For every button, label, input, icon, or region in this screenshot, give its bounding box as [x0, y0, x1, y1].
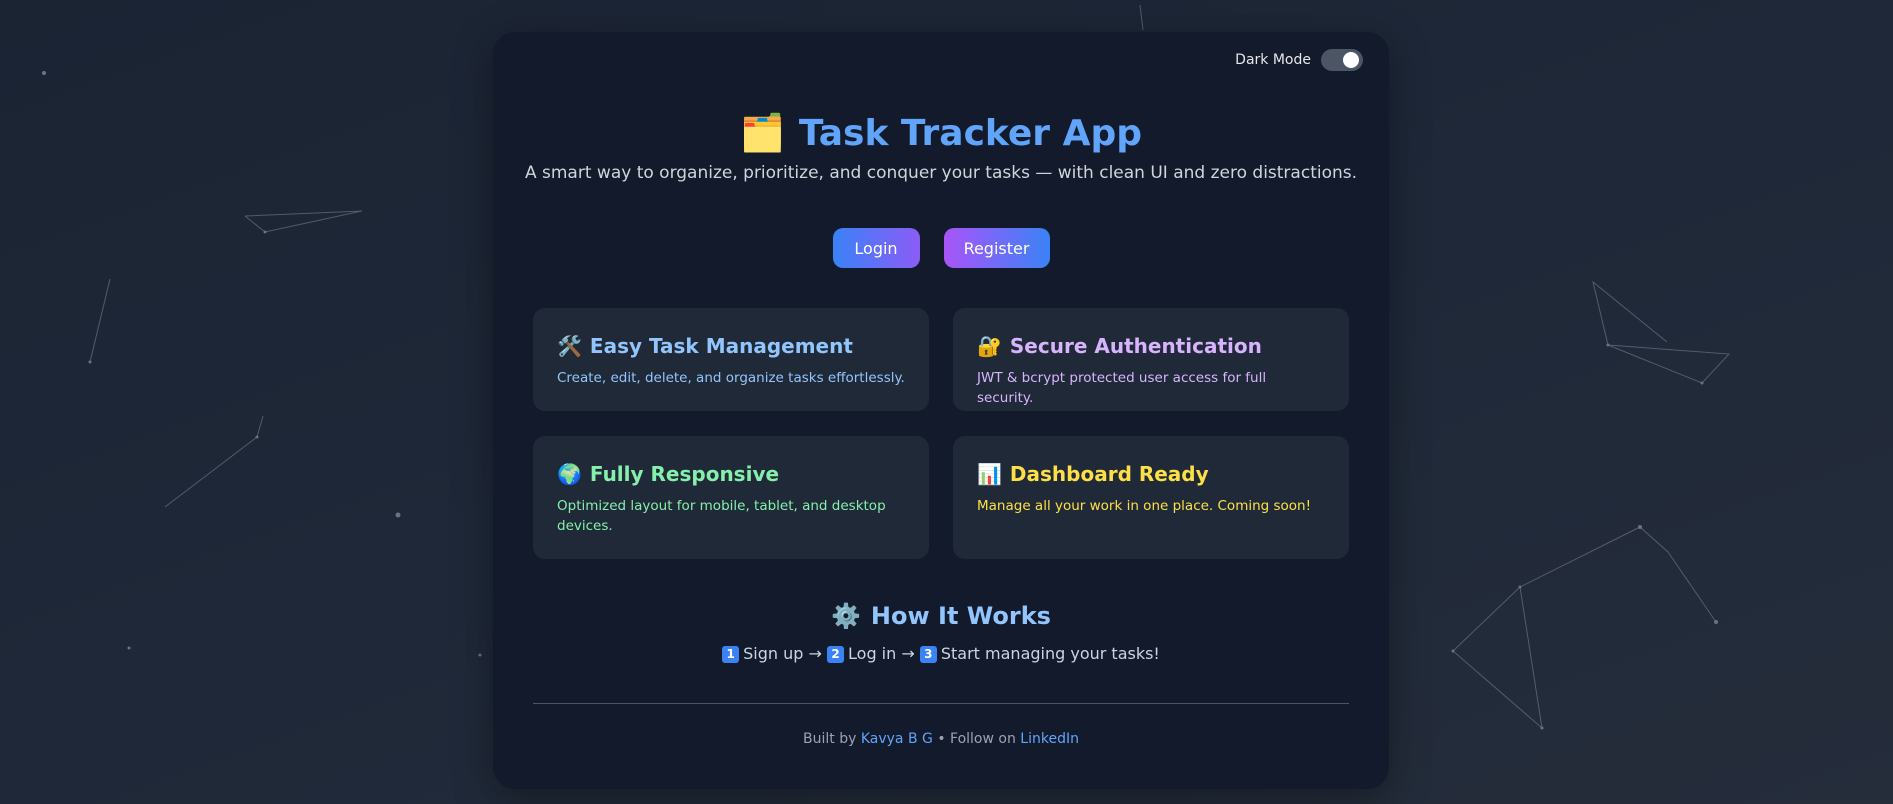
how-it-works-title: How It Works	[870, 602, 1051, 630]
feature-title: 📊 Dashboard Ready	[977, 462, 1325, 486]
page-subtitle: A smart way to organize, prioritize, and…	[524, 163, 1358, 183]
page-title: 🗂️ Task Tracker App	[493, 112, 1389, 154]
feature-card-authentication: 🔐 Secure Authentication JWT & bcrypt prot…	[953, 308, 1349, 411]
footer-prefix: Built by	[803, 731, 857, 747]
arrow-icon: →	[808, 644, 822, 663]
register-button[interactable]: Register	[943, 228, 1050, 268]
auth-buttons: Login Register	[493, 228, 1389, 268]
feature-description: Optimized layout for mobile, tablet, and…	[557, 498, 886, 534]
linkedin-link[interactable]: LinkedIn	[1020, 731, 1079, 747]
footer-separator: • Follow on	[937, 731, 1016, 747]
feature-title-text: Dashboard Ready	[1009, 462, 1209, 486]
arrow-icon: →	[901, 644, 915, 663]
globe-icon: 🌍	[557, 462, 582, 486]
dark-mode-label: Dark Mode	[1235, 52, 1311, 68]
step-3-text: Start managing your tasks!	[940, 644, 1160, 663]
tools-icon: 🛠️	[557, 334, 582, 358]
feature-description: Create, edit, delete, and organize tasks…	[557, 370, 905, 386]
login-button[interactable]: Login	[832, 228, 920, 268]
switch-knob	[1343, 52, 1359, 68]
page-title-text: Task Tracker App	[798, 113, 1142, 154]
dark-mode-switch[interactable]	[1321, 49, 1363, 71]
feature-card-dashboard: 📊 Dashboard Ready Manage all your work in…	[953, 436, 1349, 559]
feature-card-task-management: 🛠️ Easy Task Management Create, edit, del…	[533, 308, 929, 411]
dark-mode-toggle-group: Dark Mode	[1235, 49, 1363, 71]
feature-description: JWT & bcrypt protected user access for f…	[977, 370, 1267, 406]
step-3-badge: 3	[919, 646, 937, 663]
folder-icon: 🗂️	[739, 113, 785, 154]
footer-divider	[533, 703, 1349, 704]
lock-icon: 🔐	[977, 334, 1002, 358]
feature-title-text: Easy Task Management	[589, 334, 853, 358]
main-card: Dark Mode 🗂️ Task Tracker App A smart way…	[493, 32, 1389, 789]
how-it-works-steps: 1 Sign up → 2 Log in → 3 Start managing you…	[493, 644, 1389, 663]
feature-title: 🛠️ Easy Task Management	[557, 334, 905, 358]
gear-icon: ⚙️	[831, 602, 861, 630]
step-1-text: Sign up	[743, 644, 804, 663]
feature-title: 🔐 Secure Authentication	[977, 334, 1325, 358]
feature-title: 🌍 Fully Responsive	[557, 462, 905, 486]
step-2-text: Log in	[848, 644, 897, 663]
step-1-badge: 1	[722, 646, 740, 663]
feature-card-responsive: 🌍 Fully Responsive Optimized layout for m…	[533, 436, 929, 559]
feature-title-text: Secure Authentication	[1009, 334, 1262, 358]
footer: Built by Kavya B G • Follow on LinkedIn	[493, 731, 1389, 747]
step-2-badge: 2	[827, 646, 845, 663]
how-it-works-heading: ⚙️ How It Works	[493, 602, 1389, 630]
author-link[interactable]: Kavya B G	[861, 731, 933, 747]
feature-description: Manage all your work in one place. Comin…	[977, 498, 1312, 514]
feature-title-text: Fully Responsive	[589, 462, 780, 486]
bar-chart-icon: 📊	[977, 462, 1002, 486]
